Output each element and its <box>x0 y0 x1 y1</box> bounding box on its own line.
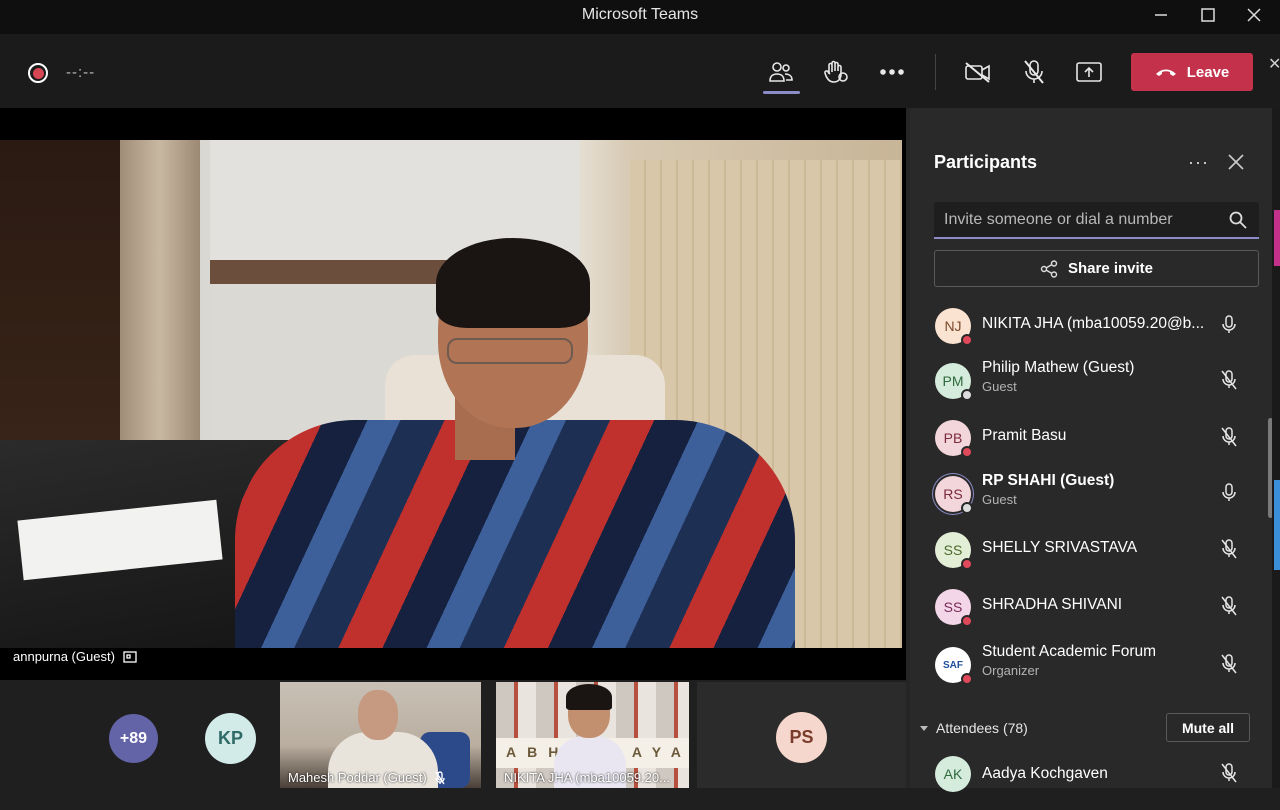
close-window-icon[interactable] <box>1239 4 1269 26</box>
participant-gallery: +89 KP Mahesh Poddar (Guest) ABHYUDAYA N… <box>0 680 906 788</box>
window-title: Microsoft Teams <box>581 6 699 23</box>
window-edge-accent <box>1274 480 1280 570</box>
participant-name: NIKITA JHA (mba10059.20@b... <box>982 315 1205 332</box>
screen-share-indicator-icon <box>123 650 137 663</box>
list-item[interactable]: PM Philip Mathew (Guest) Guest <box>910 353 1272 409</box>
phone-hangup-icon <box>1155 69 1176 76</box>
presence-status-icon <box>961 673 973 685</box>
presence-status-icon <box>961 502 973 514</box>
tile-name-label: NIKITA JHA (mba10059.20... <box>504 770 670 785</box>
invite-search-field[interactable] <box>934 202 1259 239</box>
participant-name: Student Academic Forum <box>982 643 1157 660</box>
search-icon[interactable] <box>1229 211 1247 234</box>
camera-off-icon[interactable] <box>960 56 996 88</box>
share-icon <box>1040 259 1058 278</box>
collapse-chevron-icon <box>920 725 928 731</box>
panel-more-icon[interactable]: ··· <box>1188 152 1209 173</box>
list-item[interactable]: SS SHELLY SRIVASTAVA <box>910 522 1272 578</box>
participant-name: Pramit Basu <box>982 427 1067 444</box>
mic-icon[interactable] <box>1220 315 1238 340</box>
tile-name-label: Mahesh Poddar (Guest) <box>288 770 445 785</box>
participant-name: SHELLY SRIVASTAVA <box>982 539 1138 556</box>
participant-role: Guest <box>982 492 1017 507</box>
mic-icon[interactable] <box>1220 483 1238 508</box>
title-bar: Microsoft Teams <box>0 0 1280 34</box>
mic-off-icon[interactable] <box>1220 596 1238 621</box>
participant-name: Philip Mathew (Guest) <box>982 359 1135 376</box>
presence-status-icon <box>961 446 973 458</box>
meeting-toolbar: --:-- Leave ✕ <box>0 34 1280 108</box>
mic-off-icon[interactable] <box>1016 56 1052 88</box>
avatar[interactable]: PS <box>776 712 827 763</box>
avatar: NJ <box>935 308 973 346</box>
list-item[interactable]: NJ NIKITA JHA (mba10059.20@b... <box>910 298 1272 354</box>
share-screen-icon[interactable] <box>1071 56 1107 88</box>
avatar[interactable]: KP <box>205 713 256 764</box>
avatar: SS <box>935 532 973 570</box>
avatar: PB <box>935 420 973 458</box>
presence-status-icon <box>961 558 973 570</box>
list-item[interactable]: AK Aadya Kochgaven <box>910 754 1272 810</box>
main-video-stage: annpurna (Guest) <box>0 108 906 680</box>
mute-all-button[interactable]: Mute all <box>1166 713 1250 742</box>
leave-label: Leave <box>1186 63 1230 81</box>
avatar: PM <box>935 363 973 401</box>
speaker-name-label: annpurna (Guest) <box>13 649 137 664</box>
list-item[interactable]: SAF Student Academic Forum Organizer <box>910 637 1272 693</box>
list-item[interactable]: PB Pramit Basu <box>910 410 1272 466</box>
meeting-timer: --:-- <box>66 64 96 81</box>
list-item[interactable]: SS SHRADHA SHIVANI <box>910 579 1272 635</box>
avatar: AK <box>935 756 971 792</box>
leave-button[interactable]: Leave <box>1131 53 1253 91</box>
avatar: SAF <box>935 647 973 685</box>
video-tile[interactable]: ABHYUDAYA NIKITA JHA (mba10059.20... <box>496 682 689 788</box>
more-actions-icon[interactable] <box>874 56 910 88</box>
avatar: RS <box>935 476 973 514</box>
minimize-icon[interactable] <box>1146 4 1176 26</box>
video-tile[interactable]: Mahesh Poddar (Guest) <box>280 682 481 788</box>
attendees-label: Attendees (78) <box>936 720 1028 736</box>
maximize-icon[interactable] <box>1193 4 1223 26</box>
mic-off-icon[interactable] <box>1220 539 1238 564</box>
toolbar-divider <box>935 54 936 90</box>
speaker-name: annpurna (Guest) <box>13 649 115 664</box>
people-active-indicator <box>763 91 800 94</box>
participant-name: RP SHAHI (Guest) <box>982 472 1115 489</box>
people-icon[interactable] <box>763 56 799 88</box>
close-icon[interactable] <box>1228 154 1244 175</box>
speaker-video <box>0 140 902 648</box>
edge-close-icon: ✕ <box>1268 56 1280 73</box>
mic-off-icon[interactable] <box>1220 763 1238 788</box>
mic-off-icon <box>435 770 445 784</box>
invite-search-input[interactable] <box>944 210 1214 230</box>
overflow-participants-button[interactable]: +89 <box>109 714 158 763</box>
participant-role: Guest <box>982 379 1017 394</box>
participant-role: Organizer <box>982 663 1040 678</box>
share-invite-button[interactable]: Share invite <box>934 250 1259 287</box>
presence-status-icon <box>961 334 973 346</box>
window-edge-accent <box>1274 210 1280 266</box>
participant-name: Aadya Kochgaven <box>982 765 1108 782</box>
attendees-header[interactable]: Attendees (78) <box>920 720 1028 736</box>
participants-panel: Participants ··· Share invite NJ NIKITA J… <box>906 108 1280 792</box>
recording-indicator-icon <box>28 63 48 83</box>
avatar: SS <box>935 589 973 627</box>
mic-off-icon[interactable] <box>1220 370 1238 395</box>
mic-off-icon[interactable] <box>1220 654 1238 679</box>
presence-status-icon <box>961 389 973 401</box>
list-item[interactable]: RS RP SHAHI (Guest) Guest <box>910 466 1272 522</box>
share-invite-label: Share invite <box>1067 260 1154 277</box>
panel-title: Participants <box>934 152 1038 172</box>
mic-off-icon[interactable] <box>1220 427 1238 452</box>
raise-hand-icon[interactable] <box>818 56 854 88</box>
presence-status-icon <box>961 615 973 627</box>
participant-name: SHRADHA SHIVANI <box>982 596 1123 613</box>
